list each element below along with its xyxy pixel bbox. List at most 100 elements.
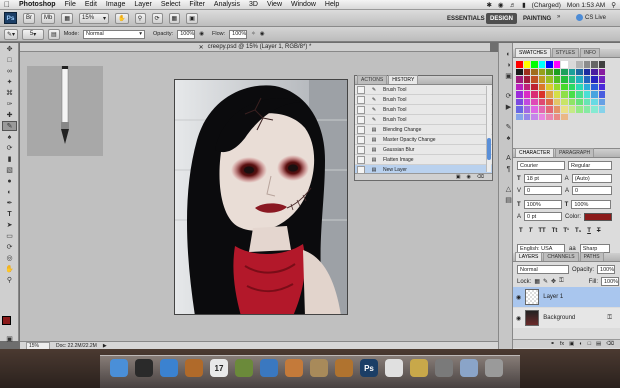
color-swatch[interactable]: [553, 61, 560, 68]
color-swatch[interactable]: [538, 76, 545, 83]
eye-icon[interactable]: ◉: [516, 294, 521, 301]
history-brush-tool-icon[interactable]: ⟳: [2, 143, 17, 153]
workspace-design[interactable]: DESIGN: [486, 13, 518, 24]
color-swatch[interactable]: [523, 83, 530, 90]
eye-icon[interactable]: ◉: [516, 315, 521, 322]
color-swatch[interactable]: [546, 113, 553, 120]
menu-layer[interactable]: Layer: [134, 1, 152, 8]
color-swatch[interactable]: [523, 106, 530, 113]
subscript-icon[interactable]: T₁: [575, 228, 581, 234]
minibridge-button[interactable]: Mb: [41, 12, 56, 24]
bridge-button[interactable]: Br: [23, 12, 35, 24]
folder-icon[interactable]: [460, 359, 478, 377]
eyedropper-tool-icon[interactable]: ✑: [2, 99, 17, 109]
close-tab-icon[interactable]: ✕: [199, 44, 204, 51]
tab-layers[interactable]: LAYERS: [515, 252, 543, 261]
finder-icon[interactable]: [110, 359, 128, 377]
color-swatch[interactable]: [523, 61, 530, 68]
mode-select[interactable]: Normal ▾: [83, 29, 146, 39]
pen-tool-icon[interactable]: ✒: [2, 198, 17, 208]
color-swatch[interactable]: [561, 91, 568, 98]
brush-tool-icon[interactable]: ✎: [2, 121, 17, 131]
cs-live-button[interactable]: CS Live: [576, 14, 606, 21]
dvd-icon[interactable]: [435, 359, 453, 377]
pressure-size-icon[interactable]: ◉: [260, 31, 265, 37]
tab-styles[interactable]: STYLES: [551, 48, 579, 57]
3d-orbit-tool-icon[interactable]: ◎: [2, 253, 17, 263]
ical-icon[interactable]: 17: [210, 359, 228, 377]
screen-mode-button[interactable]: ▣: [186, 12, 198, 24]
color-swatch[interactable]: [568, 106, 575, 113]
color-swatch[interactable]: [576, 68, 583, 75]
tab-actions[interactable]: ACTIONS: [357, 75, 388, 84]
clone-stamp-tool-icon[interactable]: ♠: [2, 132, 17, 142]
history-source-checkbox[interactable]: [357, 135, 365, 144]
history-item[interactable]: ✎ Brush Tool: [355, 115, 492, 125]
layer-name[interactable]: Layer 1: [543, 294, 563, 300]
color-swatch[interactable]: [561, 61, 568, 68]
color-swatch[interactable]: [531, 68, 538, 75]
tab-paths[interactable]: PATHS: [579, 252, 604, 261]
menu-filter[interactable]: Filter: [189, 1, 205, 8]
adjustment-icon[interactable]: ◐: [579, 341, 582, 347]
color-swatch[interactable]: [553, 91, 560, 98]
trash-icon[interactable]: ⌫: [606, 341, 614, 347]
color-swatch[interactable]: [546, 61, 553, 68]
color-swatch[interactable]: [538, 91, 545, 98]
menu-file[interactable]: File: [65, 1, 76, 8]
history-source-checkbox[interactable]: [357, 95, 365, 104]
history-source-checkbox[interactable]: [357, 115, 365, 124]
history-item[interactable]: ✎ Brush Tool: [355, 85, 492, 95]
battery-status[interactable]: (Charged): [532, 2, 561, 9]
color-swatch[interactable]: [553, 113, 560, 120]
extras-button[interactable]: ▦: [61, 12, 74, 24]
color-swatch[interactable]: [538, 113, 545, 120]
color-swatch[interactable]: [531, 76, 538, 83]
flow-input[interactable]: 100%: [229, 29, 248, 39]
status-arrow-icon[interactable]: ▶: [103, 343, 107, 349]
dodge-tool-icon[interactable]: ◐: [2, 187, 17, 197]
flowers-icon[interactable]: [410, 359, 428, 377]
color-swatch[interactable]: [591, 83, 598, 90]
color-swatch[interactable]: [583, 98, 590, 105]
all-caps-icon[interactable]: TT: [538, 228, 545, 234]
bluetooth-icon[interactable]: ✱: [486, 1, 491, 9]
color-swatch[interactable]: [576, 98, 583, 105]
history-source-checkbox[interactable]: [357, 105, 365, 114]
clock[interactable]: Mon 1:53 AM: [567, 2, 605, 9]
document-image[interactable]: [174, 79, 348, 315]
menu-window[interactable]: Window: [291, 1, 316, 8]
color-swatch[interactable]: [591, 61, 598, 68]
color-swatch[interactable]: [591, 98, 598, 105]
trash-icon[interactable]: ⌫: [477, 174, 484, 180]
color-swatch[interactable]: [516, 91, 523, 98]
path-select-tool-icon[interactable]: ➤: [2, 220, 17, 230]
history-source-checkbox[interactable]: [357, 155, 365, 164]
color-swatch[interactable]: [561, 68, 568, 75]
color-swatch[interactable]: [568, 68, 575, 75]
color-swatch[interactable]: [523, 76, 530, 83]
link-layers-icon[interactable]: ⚭: [550, 341, 555, 347]
quick-mask-icon[interactable]: ▣: [2, 334, 17, 344]
doc-icon[interactable]: [385, 359, 403, 377]
small-caps-icon[interactable]: Tt: [552, 228, 558, 234]
color-swatch[interactable]: [591, 68, 598, 75]
color-swatch[interactable]: [561, 113, 568, 120]
color-swatch[interactable]: [553, 68, 560, 75]
font-size-input[interactable]: 18 pt: [523, 174, 562, 183]
safari-icon[interactable]: [160, 359, 178, 377]
quick-select-tool-icon[interactable]: ✦: [2, 77, 17, 87]
color-swatch[interactable]: [553, 106, 560, 113]
menu-view[interactable]: View: [267, 1, 282, 8]
fill-input[interactable]: 100%: [601, 277, 619, 286]
strikethrough-icon[interactable]: T: [597, 228, 601, 234]
color-swatch[interactable]: [576, 91, 583, 98]
wifi-icon[interactable]: ◉: [498, 1, 504, 9]
photos-icon[interactable]: [310, 359, 328, 377]
lock-transparency-icon[interactable]: ▦: [534, 278, 540, 285]
color-swatch[interactable]: [546, 83, 553, 90]
color-swatch[interactable]: [523, 91, 530, 98]
lock-position-icon[interactable]: ✥: [551, 278, 556, 285]
color-swatch[interactable]: [576, 106, 583, 113]
group-icon[interactable]: □: [588, 341, 591, 347]
